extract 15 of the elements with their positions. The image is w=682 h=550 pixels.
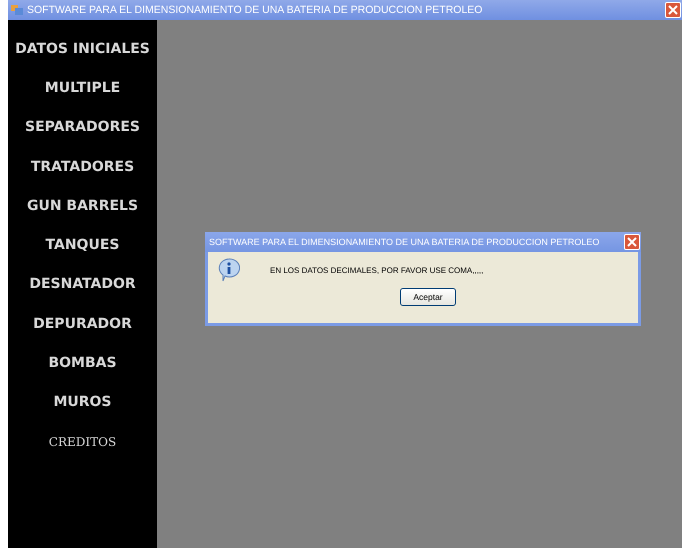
menu-item[interactable]: TRATADORES bbox=[30, 146, 134, 186]
menu-item[interactable]: TANQUES bbox=[46, 225, 120, 265]
menu-item[interactable]: DEPURADOR bbox=[33, 304, 132, 344]
dialog-message: EN LOS DATOS DECIMALES, POR FAVOR USE COMA,,,,, bbox=[270, 266, 484, 274]
menu-item[interactable]: GUN BARRELS bbox=[26, 186, 138, 226]
menu-item[interactable]: DATOS INICIALES bbox=[15, 29, 150, 68]
dialog-title: SOFTWARE PARA EL DIMENSIONAMIENTO DE UNA BATERIA DE PRODUCCION PETROLEO bbox=[209, 237, 600, 247]
menu-item[interactable]: MULTIPLE bbox=[44, 68, 120, 108]
menu-item[interactable]: DESNATADOR bbox=[29, 264, 136, 304]
accept-button[interactable]: Aceptar bbox=[400, 288, 456, 306]
menu-item[interactable]: MUROS bbox=[53, 382, 112, 422]
menu-item[interactable]: SEPARADORES bbox=[24, 108, 140, 147]
menu-item[interactable]: BOMBAS bbox=[48, 343, 117, 383]
window-title: SOFTWARE PARA EL DIMENSIONAMIENTO DE UNA BATERIA DE PRODUCCION PETROLEO bbox=[27, 4, 484, 16]
menu-item[interactable]: CREDITOS bbox=[48, 422, 116, 462]
